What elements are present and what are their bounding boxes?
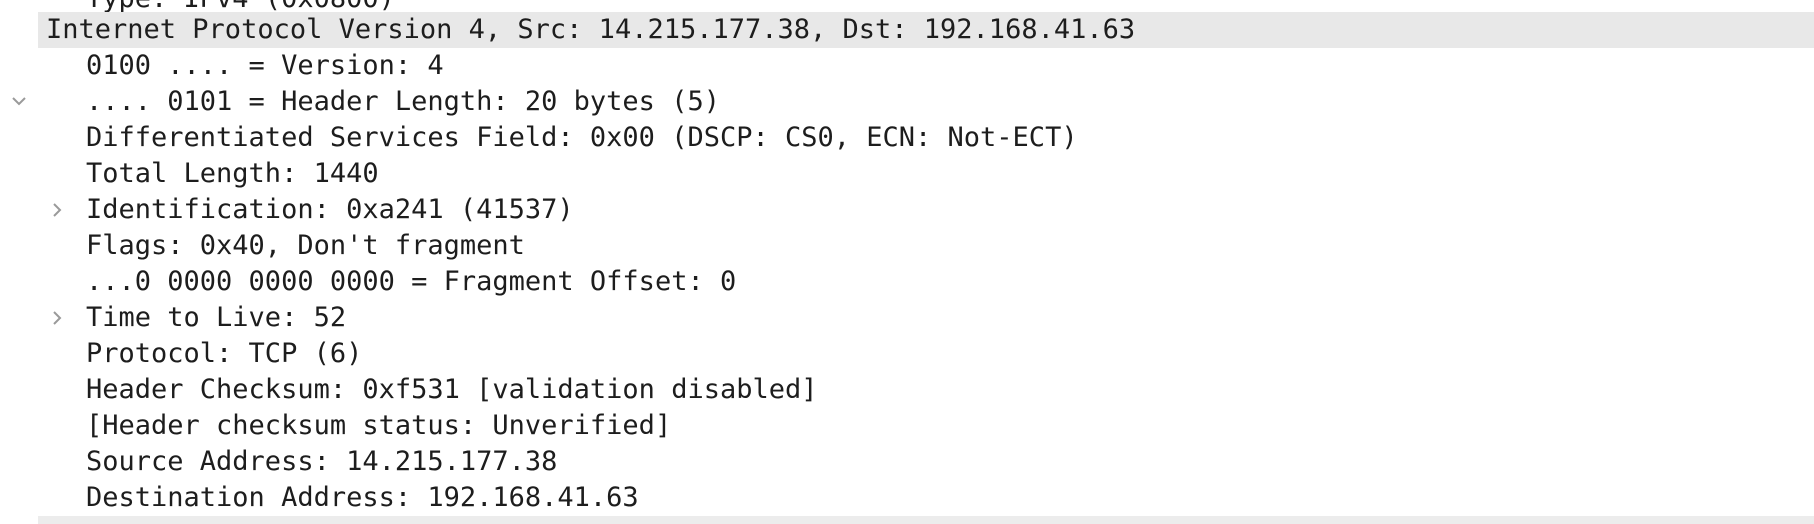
section-header-label: Internet Protocol Version 4, Src: 14.215… <box>46 14 1136 45</box>
tree-row-identification[interactable]: Identification: 0xa241 (41537) <box>0 192 1814 228</box>
tree-row-destination-address[interactable]: Destination Address: 192.168.41.63 <box>0 480 1814 516</box>
tree-row-label: ...0 0000 0000 0000 = Fragment Offset: 0 <box>86 266 737 297</box>
tree-row-source-address[interactable]: Source Address: 14.215.177.38 <box>0 444 1814 480</box>
tree-row-total-length[interactable]: Total Length: 1440 <box>0 156 1814 192</box>
tree-row-header-checksum[interactable]: Header Checksum: 0xf531 [validation disa… <box>0 372 1814 408</box>
tree-row-protocol[interactable]: Protocol: TCP (6) <box>0 336 1814 372</box>
tree-row-label: 0100 .... = Version: 4 <box>86 50 444 81</box>
tree-row-label: Protocol: TCP (6) <box>86 338 363 369</box>
tree-row-label: Source Address: 14.215.177.38 <box>86 446 558 477</box>
tree-row-version[interactable]: 0100 .... = Version: 4 <box>0 48 1814 84</box>
tree-row-next-protocol[interactable] <box>38 516 1814 524</box>
tree-row-label: Differentiated Services Field: 0x00 (DSC… <box>86 122 1078 153</box>
tree-row-label: Identification: 0xa241 (41537) <box>86 194 574 225</box>
tree-row-label: .... 0101 = Header Length: 20 bytes (5) <box>86 86 720 117</box>
packet-details-tree: Type: IPv4 (0x0800) Internet Protocol Ve… <box>0 0 1814 524</box>
chevron-right-icon[interactable] <box>50 120 70 217</box>
tree-row-ethernet-type[interactable]: Type: IPv4 (0x0800) <box>0 0 1814 12</box>
tree-row-label: Total Length: 1440 <box>86 158 379 189</box>
chevron-down-icon[interactable] <box>10 12 30 106</box>
tree-row-fragment-offset[interactable]: ...0 0000 0000 0000 = Fragment Offset: 0 <box>0 264 1814 300</box>
tree-row-dsfield[interactable]: Differentiated Services Field: 0x00 (DSC… <box>0 120 1814 217</box>
tree-row-label: [Header checksum status: Unverified] <box>86 410 672 441</box>
tree-row-label: Destination Address: 192.168.41.63 <box>86 482 639 513</box>
tree-row-ipv4-header[interactable]: Internet Protocol Version 4, Src: 14.215… <box>0 12 1814 106</box>
tree-row-header-length[interactable]: .... 0101 = Header Length: 20 bytes (5) <box>0 84 1814 120</box>
tree-row-ttl[interactable]: Time to Live: 52 <box>0 300 1814 336</box>
chevron-right-icon[interactable] <box>50 228 70 325</box>
tree-row-label: Header Checksum: 0xf531 [validation disa… <box>86 374 818 405</box>
tree-row-flags[interactable]: Flags: 0x40, Don't fragment <box>0 228 1814 325</box>
tree-row-checksum-status[interactable]: [Header checksum status: Unverified] <box>0 408 1814 444</box>
tree-row-label: Time to Live: 52 <box>86 302 347 333</box>
tree-row-label: Flags: 0x40, Don't fragment <box>86 230 525 261</box>
tree-row-label: Type: IPv4 (0x0800) <box>86 0 395 12</box>
